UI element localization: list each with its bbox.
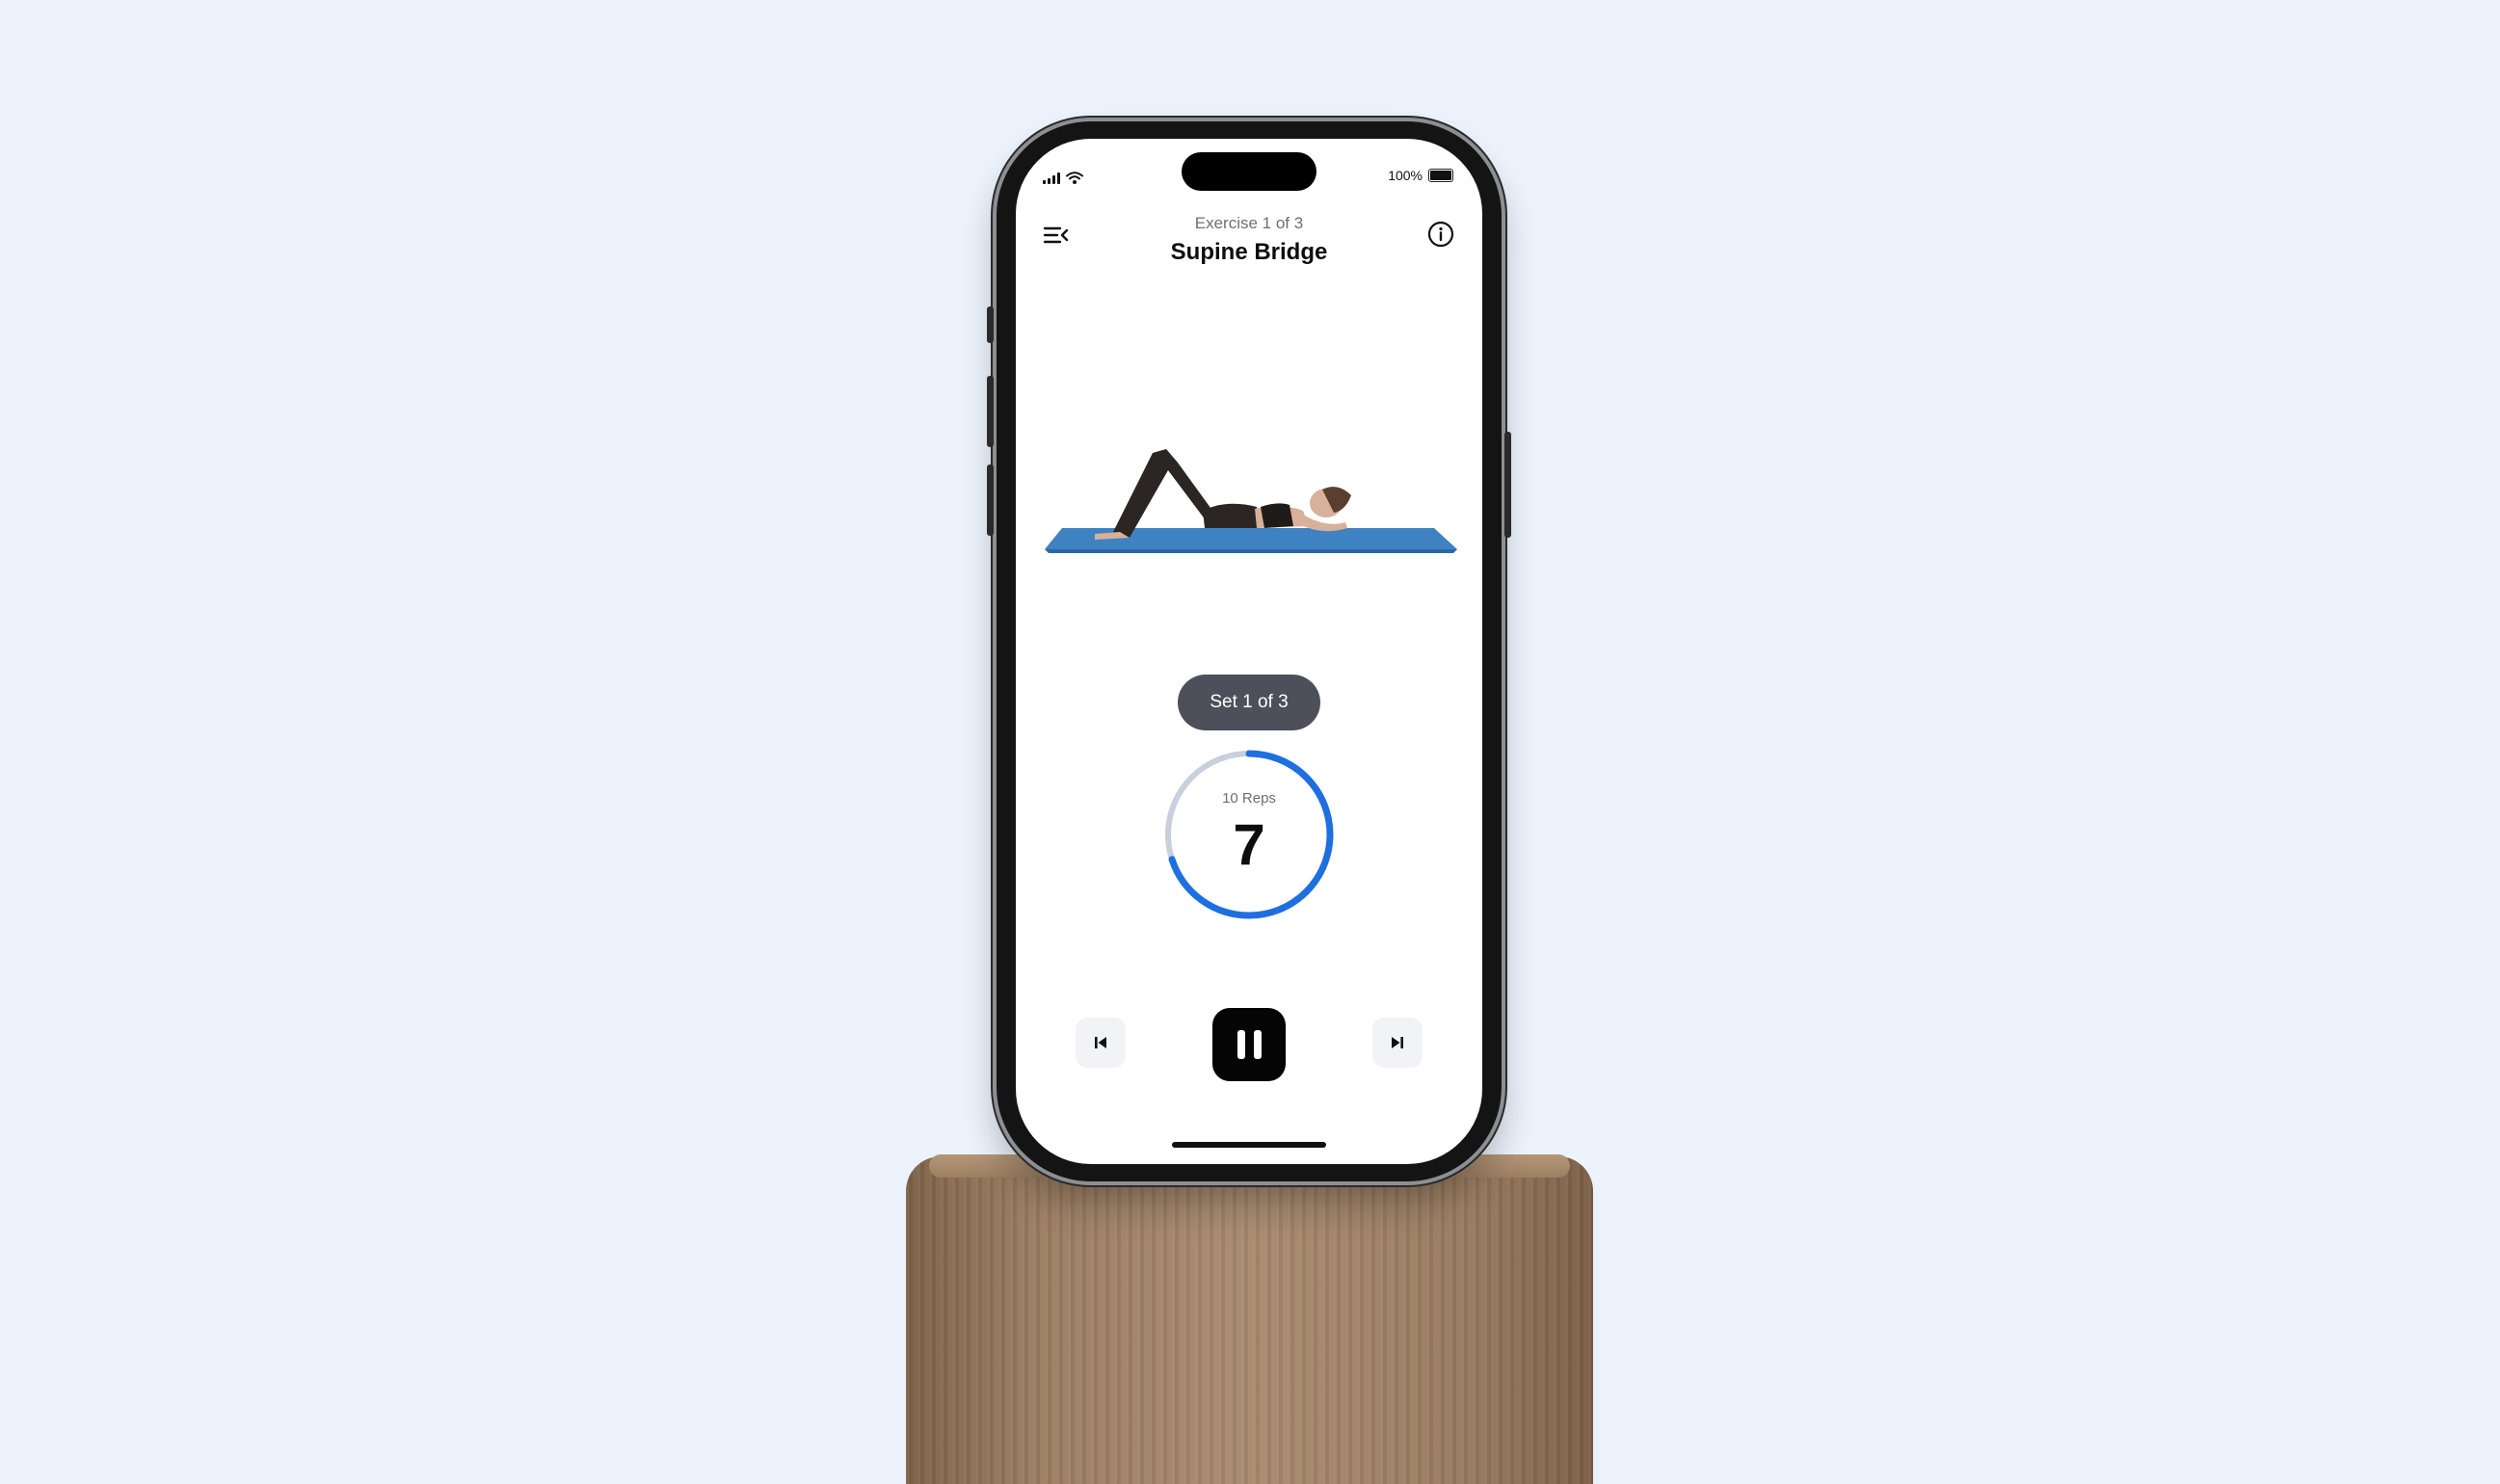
phone-screen: 100% Exercise 1 of 3 Supine Bridge Set 1… — [1016, 139, 1482, 1164]
skip-previous-button[interactable] — [1076, 1018, 1126, 1068]
exercise-title: Supine Bridge — [1170, 239, 1328, 265]
skip-previous-icon — [1095, 1037, 1106, 1048]
skip-next-icon — [1392, 1037, 1403, 1048]
skip-next-button[interactable] — [1372, 1018, 1423, 1068]
set-counter-pill: Set 1 of 3 — [1178, 675, 1320, 730]
pause-icon-bar — [1253, 1030, 1262, 1059]
wifi-icon — [1066, 172, 1083, 189]
status-bar-right: 100% — [1388, 168, 1453, 183]
phone-device: 100% Exercise 1 of 3 Supine Bridge Set 1… — [987, 121, 1511, 1181]
home-indicator — [1172, 1142, 1326, 1148]
pause-icon — [1237, 1030, 1245, 1059]
reps-progress-ring: 10 Reps 7 — [1162, 748, 1336, 921]
reps-target-label: 10 Reps — [1222, 790, 1276, 807]
action-button — [987, 306, 994, 343]
battery-percentage: 100% — [1388, 168, 1423, 183]
volume-up-button — [987, 376, 994, 447]
volume-down-button — [987, 464, 994, 536]
reps-count: 7 — [1233, 812, 1265, 877]
status-bar-left — [1043, 172, 1083, 189]
power-button — [1504, 432, 1511, 538]
cellular-signal-icon — [1043, 172, 1062, 189]
info-icon[interactable] — [1426, 220, 1455, 249]
pause-button[interactable] — [1212, 1008, 1286, 1081]
battery-icon — [1428, 169, 1453, 182]
wooden-pedestal — [906, 1156, 1593, 1484]
exercise-illustration — [1037, 409, 1461, 563]
dynamic-island — [1182, 152, 1316, 191]
exercise-counter: Exercise 1 of 3 — [1194, 214, 1304, 232]
